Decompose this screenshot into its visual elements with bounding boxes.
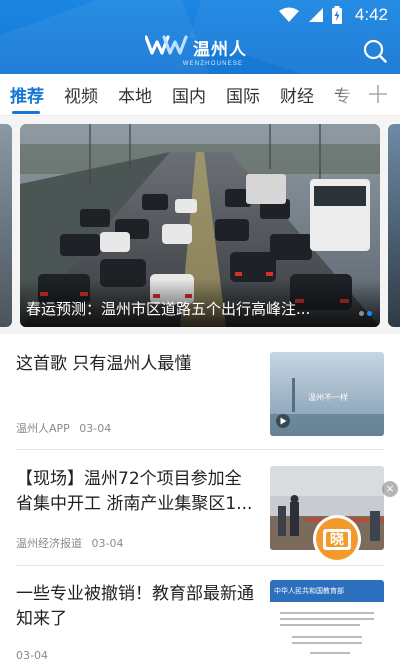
search-icon — [363, 39, 387, 63]
status-bar: 4:42 — [0, 0, 400, 30]
article-date: 03-04 — [79, 422, 112, 435]
floating-widget-button[interactable]: 晓 — [312, 514, 362, 564]
tab-international[interactable]: 国际 — [226, 82, 260, 107]
wifi-icon — [278, 7, 299, 23]
article-item[interactable]: 这首歌 只有温州人最懂 温州人APP 03-04 温州不一样 — [0, 334, 400, 449]
logo-name: 温州人 — [193, 39, 247, 60]
logo-mark-icon — [144, 34, 189, 60]
carousel-caption: 春运预测：温州市区道路五个出行高峰注... — [26, 300, 311, 318]
tab-local[interactable]: 本地 — [118, 82, 152, 107]
tab-domestic[interactable]: 国内 — [172, 82, 206, 107]
carousel-dot-active[interactable] — [367, 311, 372, 316]
article-source: 温州经济报道 — [16, 537, 82, 550]
article-thumbnail: 中华人民共和国教育部 — [270, 580, 384, 661]
active-tab-indicator — [12, 111, 40, 114]
plus-icon — [369, 85, 387, 103]
tab-fade — [330, 74, 360, 115]
tab-finance[interactable]: 财经 — [280, 82, 314, 107]
article-source: 温州人APP — [16, 422, 70, 435]
headline-carousel: 春运预测：温州市区道路五个出行高峰注... — [0, 116, 400, 334]
close-widget-button[interactable]: × — [382, 481, 398, 497]
thumbnail-text: 中华人民共和国教育部 — [274, 587, 344, 595]
logo-subtitle: WENZHOUNESE — [182, 61, 244, 67]
search-button[interactable] — [362, 38, 388, 64]
widget-label: 晓 — [330, 532, 344, 548]
article-date: 03-04 — [16, 649, 48, 661]
article-item[interactable]: 一些专业被撤销！教育部最新通知来了 03-04 中华人民共和国教育部 — [0, 566, 400, 661]
article-title: 【现场】温州72个项目参加全省集中开工 浙南产业集聚区1... — [16, 469, 253, 514]
article-title: 这首歌 只有温州人最懂 — [16, 354, 192, 374]
article-meta: 03-04 — [16, 649, 48, 661]
cell-signal-icon — [307, 7, 323, 23]
article-date: 03-04 — [91, 537, 124, 550]
article-title: 一些专业被撤销！教育部最新通知来了 — [16, 584, 254, 629]
article-meta: 温州人APP 03-04 — [16, 420, 111, 436]
carousel-prev-slide[interactable] — [0, 124, 12, 327]
status-time: 4:42 — [354, 5, 388, 24]
carousel-slide[interactable]: 春运预测：温州市区道路五个出行高峰注... — [20, 124, 380, 327]
carousel-next-slide[interactable] — [388, 124, 400, 327]
article-meta: 温州经济报道 03-04 — [16, 535, 123, 551]
category-tabs: 推荐 视频 本地 国内 国际 财经 专 — [0, 74, 400, 116]
article-thumbnail: 温州不一样 — [270, 352, 384, 436]
carousel-dot[interactable] — [359, 311, 364, 316]
thumbnail-text: 温州不一样 — [308, 393, 348, 402]
add-tab-button[interactable] — [366, 82, 390, 106]
tab-video[interactable]: 视频 — [64, 82, 98, 107]
battery-charging-icon — [331, 6, 343, 24]
play-icon — [276, 414, 290, 428]
tab-recommend[interactable]: 推荐 — [10, 82, 44, 107]
app-logo: 温州人 WENZHOUNESE — [144, 34, 247, 67]
app-header: 4:42 温州人 WENZHOUNESE — [0, 0, 400, 74]
